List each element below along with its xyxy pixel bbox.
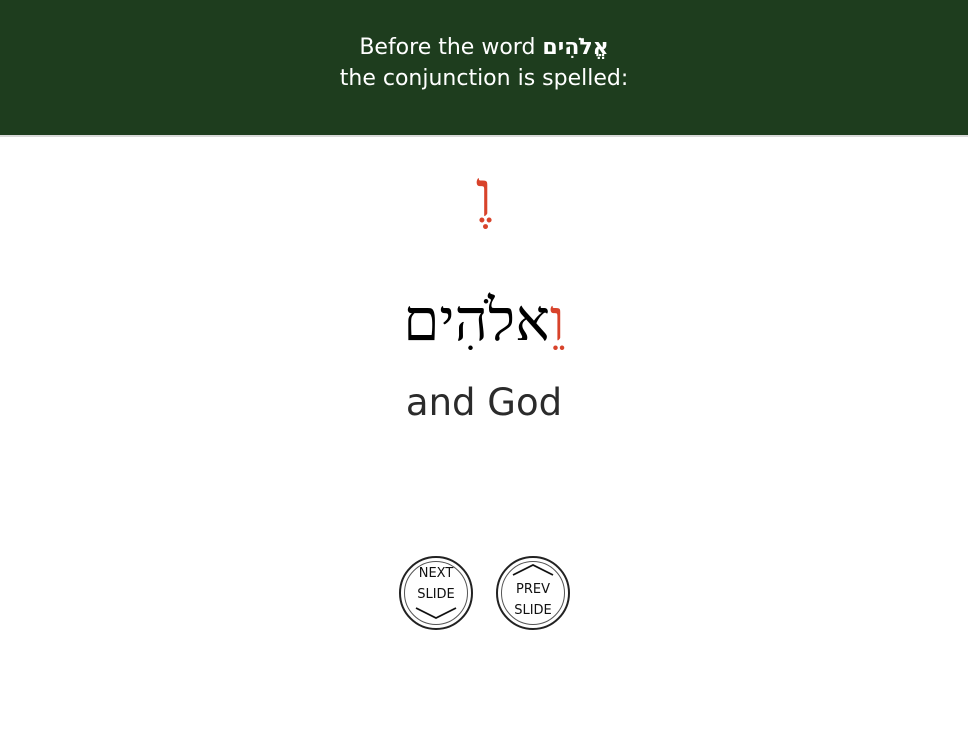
conjunction-prefix-glyph: וֶ [475,158,493,232]
prev-slide-label-line2: SLIDE [514,603,552,618]
prev-slide-label-line1: PREV [516,582,550,597]
prev-slide-button[interactable]: PREV SLIDE [496,556,570,630]
header-line-1-text: Before the word [359,35,536,60]
header-line-1: Before the word אֱלֹהִים [0,34,968,62]
chevron-up-icon [512,563,554,576]
next-slide-label-line2: SLIDE [417,587,455,602]
next-slide-button[interactable]: NEXT SLIDE [399,556,473,630]
header-hebrew-word: אֱלֹהִים [542,35,609,60]
hebrew-word-prefix: וֵ [549,286,565,354]
header-line-2: the conjunction is spelled: [339,66,629,91]
chevron-down-icon [415,607,457,620]
hebrew-word-rest: אלֹהִים [403,286,550,354]
conjunction-prefix: וֶ [0,155,968,235]
header-banner: Before the word אֱלֹהִים the conjunction… [0,0,968,137]
next-slide-label-line1: NEXT [418,566,454,581]
hebrew-word: וֵאלֹהִים [0,280,968,360]
english-translation: and God [405,381,563,424]
